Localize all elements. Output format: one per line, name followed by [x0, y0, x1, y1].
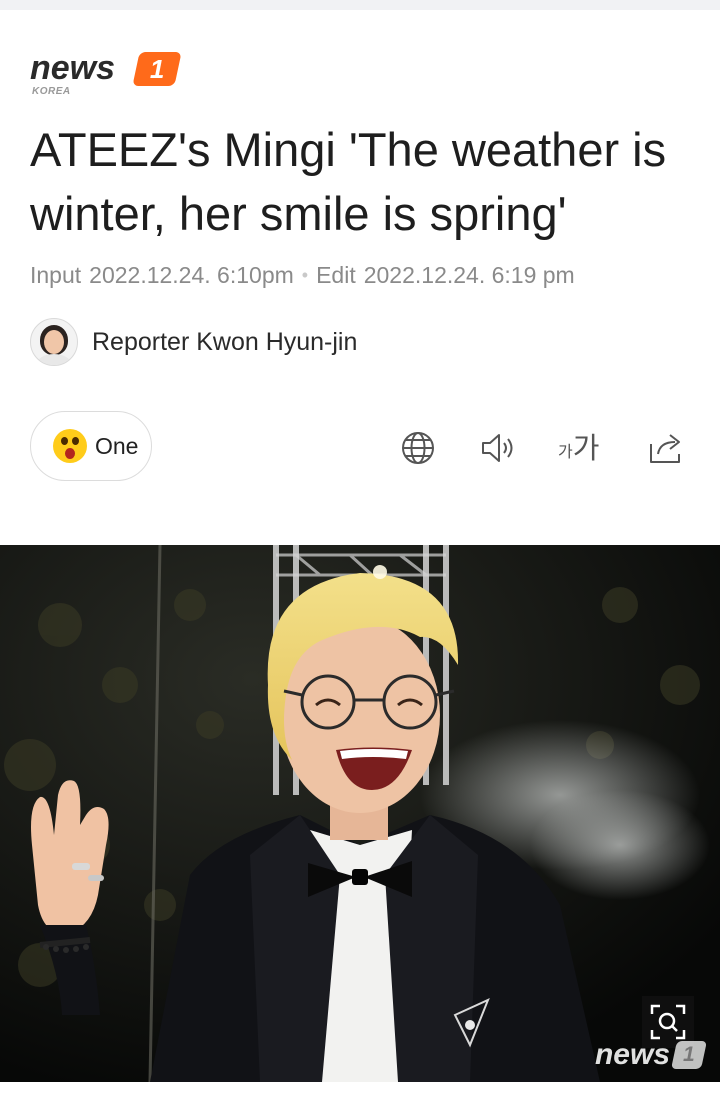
watermark-word: news: [594, 1038, 670, 1071]
article-meta: Input 2022.12.24. 6:10pm • Edit 2022.12.…: [30, 262, 575, 289]
reporter-avatar: [30, 318, 78, 366]
photo-watermark: news 1: [594, 1038, 707, 1072]
globe-icon: [402, 432, 434, 464]
reaction-label: One: [95, 432, 139, 459]
meta-separator: •: [301, 265, 309, 285]
surprised-emoji-icon: [53, 429, 87, 463]
logo-badge: 1: [132, 52, 182, 86]
news1-logo[interactable]: news 1 KOREA: [30, 48, 190, 102]
edit-time: 2022.12.24. 6:19 pm: [363, 262, 575, 288]
reporter-byline[interactable]: Reporter Kwon Hyun-jin: [30, 318, 357, 366]
photo-illustration: [0, 545, 720, 1082]
input-time: 2022.12.24. 6:10pm: [89, 262, 294, 288]
watermark-badge: 1: [671, 1041, 707, 1069]
speaker-icon: [482, 434, 513, 462]
logo-subtitle: KOREA: [32, 86, 71, 97]
font-small-glyph: 가: [558, 444, 573, 461]
font-size-button[interactable]: 가 가: [558, 428, 599, 468]
edit-label: Edit: [316, 262, 356, 288]
reporter-name: Reporter Kwon Hyun-jin: [92, 327, 358, 356]
translate-button[interactable]: [398, 428, 438, 468]
font-big-glyph: 가: [572, 433, 600, 465]
reaction-button[interactable]: One: [30, 411, 152, 481]
article-photo[interactable]: news 1: [0, 545, 720, 1082]
status-strip: [0, 0, 720, 10]
logo-word: news: [30, 49, 116, 87]
share-icon: [650, 434, 680, 463]
share-button[interactable]: [646, 428, 686, 468]
listen-button[interactable]: [479, 428, 519, 468]
input-label: Input: [30, 262, 82, 288]
article-title: ATEEZ's Mingi 'The weather is winter, he…: [30, 123, 667, 240]
zoom-icon: [650, 1004, 686, 1040]
